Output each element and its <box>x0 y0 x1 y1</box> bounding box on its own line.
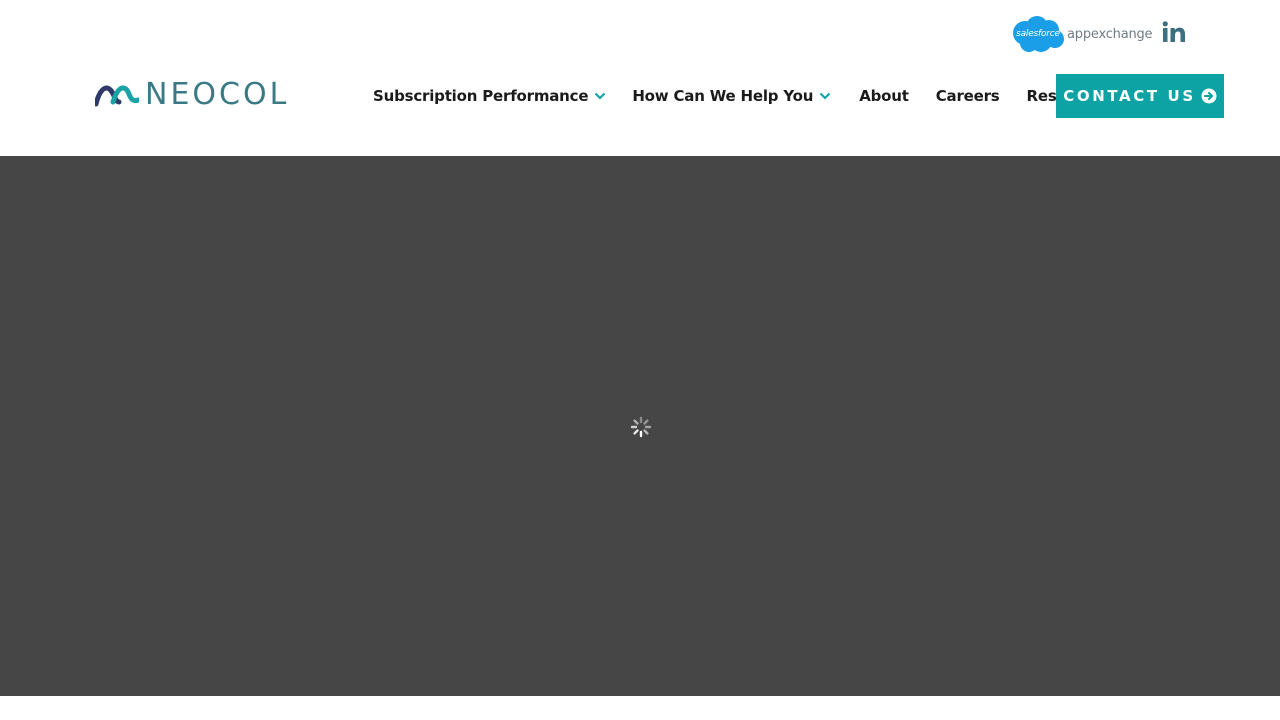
salesforce-appexchange-link[interactable]: salesforce appexchange <box>1011 14 1153 54</box>
linkedin-icon[interactable] <box>1162 21 1186 43</box>
contact-us-label: CONTACT US <box>1063 87 1196 105</box>
arrow-circle-right-icon <box>1201 88 1217 104</box>
loading-spinner-icon <box>630 416 652 438</box>
primary-nav: Subscription Performance How Can We Help… <box>373 74 1112 118</box>
main-header: NEOCOL Subscription Performance How Can … <box>0 62 1280 156</box>
nav-label: How Can We Help You <box>632 87 814 105</box>
salesforce-wordmark: salesforce <box>1016 29 1060 39</box>
nav-about[interactable]: About <box>859 87 909 105</box>
nav-subscription-performance[interactable]: Subscription Performance <box>373 87 606 105</box>
contact-us-button[interactable]: CONTACT US <box>1056 74 1224 118</box>
appexchange-label: appexchange <box>1067 26 1153 42</box>
neocol-logo[interactable]: NEOCOL <box>95 80 289 110</box>
logo-text: NEOCOL <box>145 77 290 112</box>
chevron-down-icon <box>595 92 606 100</box>
salesforce-cloud-icon: salesforce <box>1011 15 1065 53</box>
nav-careers[interactable]: Careers <box>936 87 1000 105</box>
nav-label: About <box>859 87 909 105</box>
nav-how-can-we-help-you[interactable]: How Can We Help You <box>632 87 831 105</box>
chevron-down-icon <box>819 92 831 100</box>
nav-label: Subscription Performance <box>373 87 589 105</box>
neocol-wave-logo <box>95 85 139 107</box>
nav-label: Careers <box>935 87 1000 105</box>
top-utility-bar: salesforce appexchange <box>0 0 1280 62</box>
